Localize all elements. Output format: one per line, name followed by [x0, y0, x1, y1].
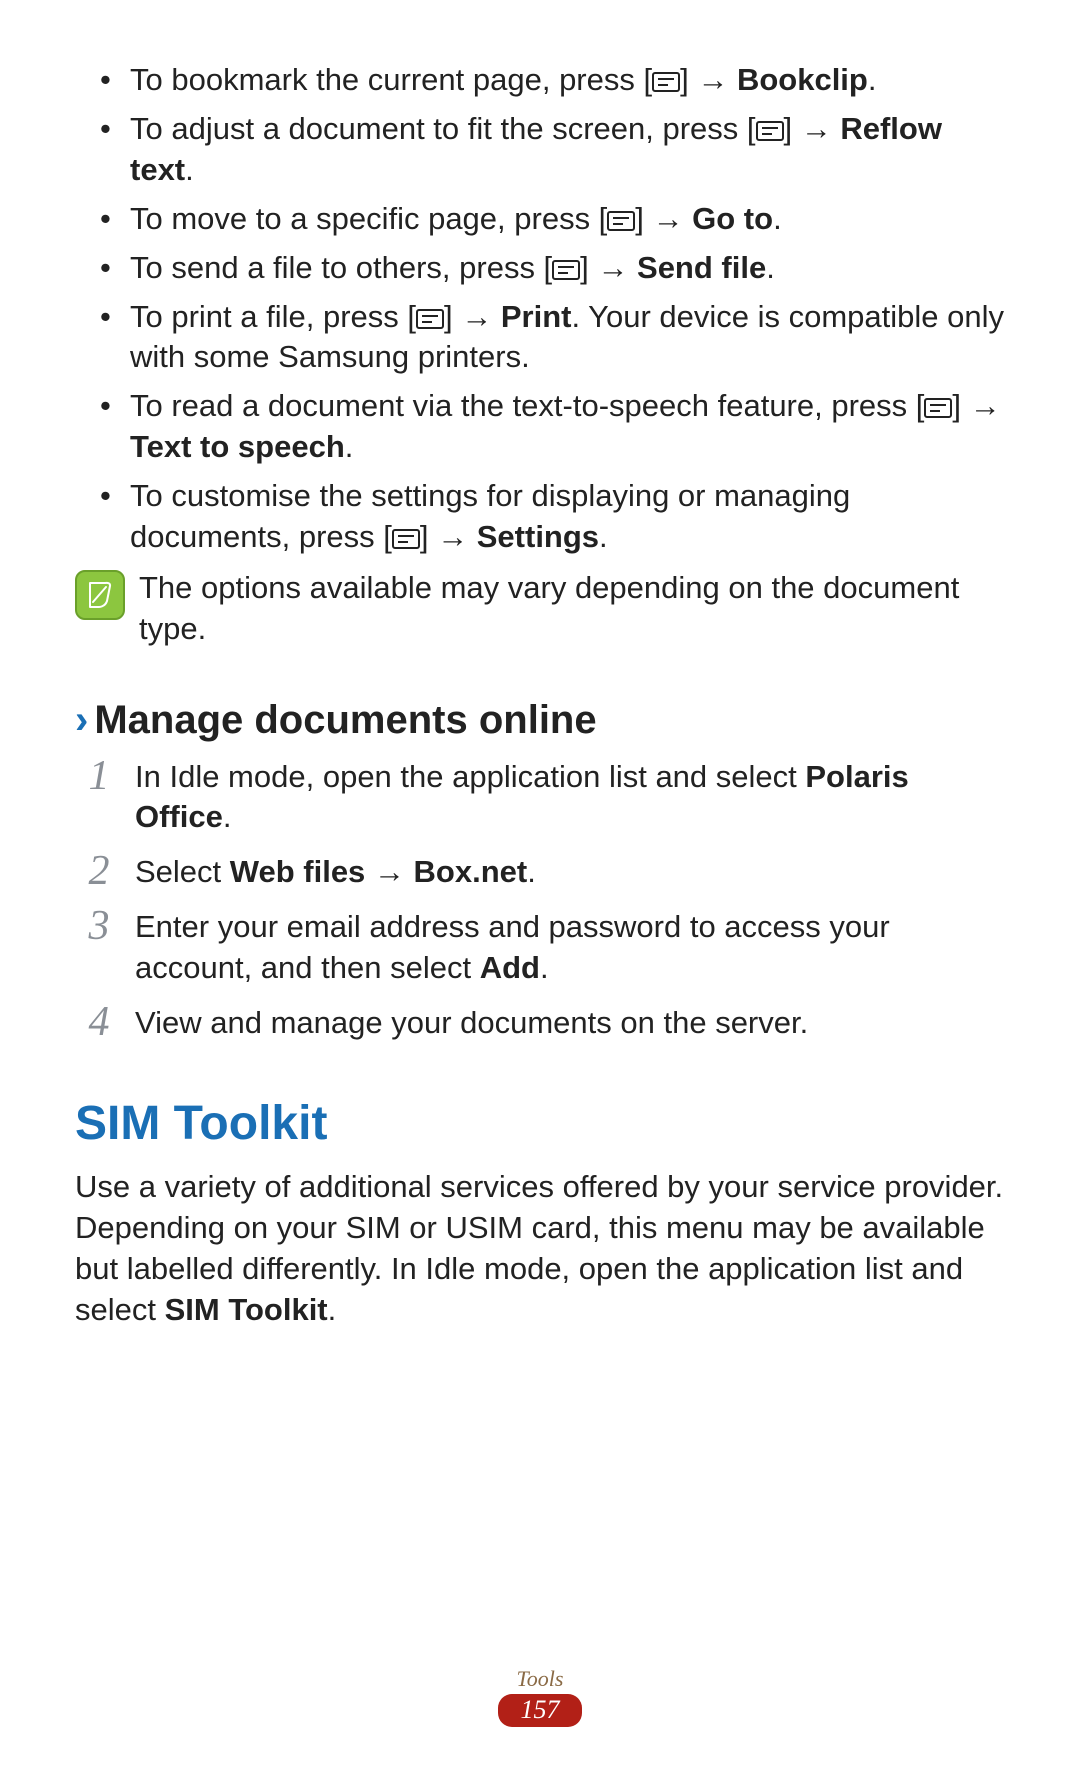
- menu-icon: [392, 529, 420, 549]
- bullet-text-post: ] →: [952, 388, 1000, 423]
- bullet-text-pre: To send a file to others, press [: [130, 250, 552, 285]
- bullet-text-tail: .: [766, 250, 775, 285]
- bullet-text-tail: .: [868, 62, 877, 97]
- step-item: 2 Select Web files → Box.net.: [75, 852, 1005, 893]
- step-number: 1: [75, 749, 123, 804]
- step-item: 1 In Idle mode, open the application lis…: [75, 757, 1005, 839]
- sub-heading-text: Manage documents online: [94, 698, 596, 742]
- bullet-text-post: ] →: [420, 519, 477, 554]
- bullet-text-tail: .: [599, 519, 608, 554]
- menu-icon: [607, 211, 635, 231]
- bullet-item: To read a document via the text-to-speec…: [130, 386, 1005, 468]
- note-text: The options available may vary depending…: [139, 568, 1005, 650]
- bullet-item: To adjust a document to fit the screen, …: [130, 109, 1005, 191]
- section-body: Use a variety of additional services off…: [75, 1167, 1005, 1331]
- step-number: 3: [75, 899, 123, 954]
- body-bold: SIM Toolkit: [165, 1292, 328, 1327]
- bullet-text-tail: .: [345, 429, 354, 464]
- chevron-icon: ›: [75, 698, 88, 742]
- bullet-text-pre: To move to a specific page, press [: [130, 201, 607, 236]
- bullet-text-bold: Print: [501, 299, 572, 334]
- menu-icon: [652, 72, 680, 92]
- menu-icon: [924, 398, 952, 418]
- bullet-item: To print a file, press [] → Print. Your …: [130, 297, 1005, 379]
- bullet-text-tail: .: [185, 152, 194, 187]
- note-block: The options available may vary depending…: [75, 568, 1005, 650]
- sub-section: ›Manage documents online 1 In Idle mode,…: [75, 694, 1005, 1044]
- bullet-text-bold: Bookclip: [737, 62, 868, 97]
- menu-icon: [416, 309, 444, 329]
- body-tail: .: [328, 1292, 337, 1327]
- step-number: 2: [75, 844, 123, 899]
- manual-page: To bookmark the current page, press [ ] →…: [0, 0, 1080, 1771]
- bullet-text-post: ] →: [635, 201, 692, 236]
- note-icon-wrap: [75, 570, 127, 620]
- menu-icon: [552, 260, 580, 280]
- step-text-pre: Select: [135, 854, 230, 889]
- bullet-text-tail: .: [773, 201, 782, 236]
- step-text-pre: In Idle mode, open the application list …: [135, 759, 805, 794]
- section-sim-toolkit: SIM Toolkit Use a variety of additional …: [75, 1092, 1005, 1331]
- bullet-item: To send a file to others, press [ ] → Sen…: [130, 248, 1005, 289]
- bullet-text-pre: To bookmark the current page, press [: [130, 62, 652, 97]
- step-text-tail: .: [540, 950, 549, 985]
- section-heading: SIM Toolkit: [75, 1092, 1005, 1155]
- content-block: To bookmark the current page, press [ ] →…: [75, 60, 1005, 1331]
- bullet-list: To bookmark the current page, press [ ] →…: [75, 60, 1005, 558]
- step-text-bold: Add: [480, 950, 540, 985]
- bullet-text-pre: To print a file, press [: [130, 299, 416, 334]
- step-text-tail: .: [223, 799, 232, 834]
- bullet-item: To customise the settings for displaying…: [130, 476, 1005, 558]
- note-icon: [75, 570, 125, 620]
- bullet-text-post: ] →: [444, 299, 501, 334]
- bullet-text-bold: Text to speech: [130, 429, 345, 464]
- steps-list: 1 In Idle mode, open the application lis…: [75, 757, 1005, 1044]
- bullet-text-pre: To adjust a document to fit the screen, …: [130, 111, 756, 146]
- bullet-text-bold: Send file: [637, 250, 766, 285]
- step-text-tail: .: [527, 854, 536, 889]
- step-item: 4 View and manage your documents on the …: [75, 1003, 1005, 1044]
- step-text-bold: Web files → Box.net: [230, 854, 527, 889]
- bullet-text-bold: Go to: [692, 201, 773, 236]
- menu-icon: [756, 121, 784, 141]
- bullet-text-bold: Settings: [477, 519, 599, 554]
- bullet-text-pre: To read a document via the text-to-speec…: [130, 388, 924, 423]
- step-number: 4: [75, 995, 123, 1050]
- bullet-item: To move to a specific page, press [ ] → G…: [130, 199, 1005, 240]
- step-text-pre: View and manage your documents on the se…: [135, 1005, 808, 1040]
- footer-section-label: Tools: [0, 1666, 1080, 1692]
- page-footer: Tools 157: [0, 1666, 1080, 1727]
- step-item: 3 Enter your email address and password …: [75, 907, 1005, 989]
- sub-heading: ›Manage documents online: [75, 694, 1005, 747]
- bullet-text-post: ] →: [580, 250, 637, 285]
- bullet-text-post: ] →: [680, 62, 737, 97]
- bullet-text-post: ] →: [784, 111, 841, 146]
- bullet-item: To bookmark the current page, press [ ] →…: [130, 60, 1005, 101]
- page-number-badge: 157: [498, 1694, 582, 1727]
